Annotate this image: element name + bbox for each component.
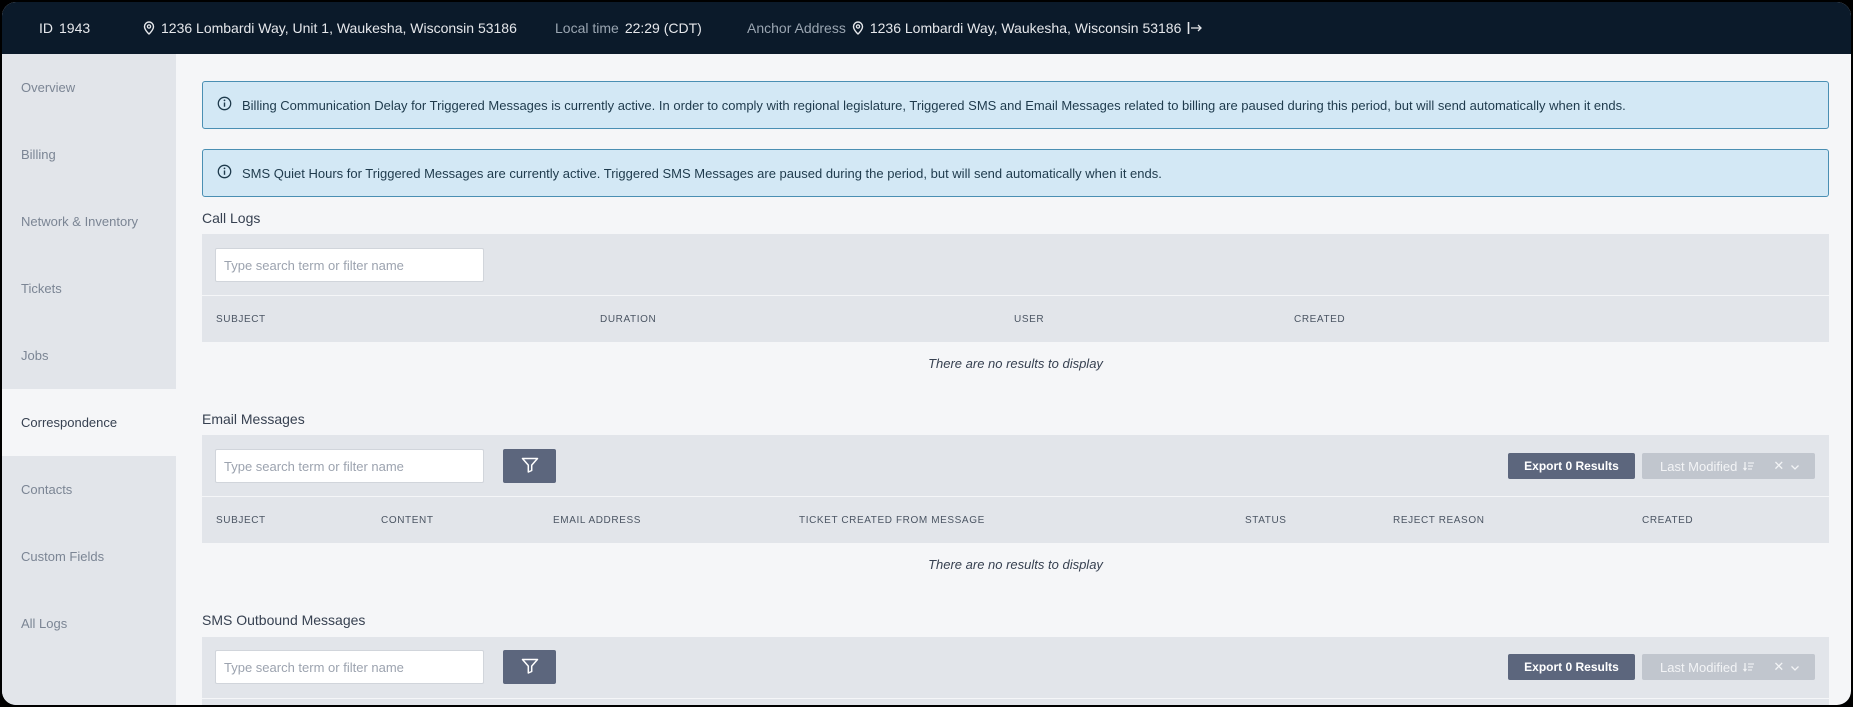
location-pin-icon xyxy=(852,21,864,35)
email-messages-title: Email Messages xyxy=(202,411,305,427)
account-id: ID 1943 xyxy=(39,20,91,36)
sms-filter-button[interactable] xyxy=(503,650,556,684)
chevron-down-icon[interactable] xyxy=(1790,459,1800,474)
funnel-icon xyxy=(521,658,539,677)
location-pin-icon xyxy=(143,21,155,35)
clear-sort-icon[interactable]: ✕ xyxy=(1773,659,1784,675)
sidebar-item-overview[interactable]: Overview xyxy=(2,54,176,121)
go-to-arrow-icon[interactable] xyxy=(1187,21,1203,35)
sms-export-button[interactable]: Export 0 Results xyxy=(1508,654,1635,680)
email-filter-button[interactable] xyxy=(503,449,556,483)
sidebar: Overview Billing Network & Inventory Tic… xyxy=(2,54,176,705)
call-logs-empty-message: There are no results to display xyxy=(928,356,1103,371)
sidebar-item-all-logs[interactable]: All Logs xyxy=(2,590,176,657)
call-logs-title: Call Logs xyxy=(202,210,261,226)
chevron-down-icon[interactable] xyxy=(1790,660,1800,675)
info-icon xyxy=(217,96,232,114)
sms-quiet-hours-alert: SMS Quiet Hours for Triggered Messages a… xyxy=(202,149,1829,197)
app-window: ID 1943 1236 Lombardi Way, Unit 1, Wauke… xyxy=(2,2,1851,705)
call-logs-table-header: SUBJECT DURATION USER CREATED xyxy=(202,295,1829,341)
info-icon xyxy=(217,164,232,182)
column-header-created[interactable]: CREATED xyxy=(1642,497,1693,543)
column-header-email-address[interactable]: EMAIL ADDRESS xyxy=(553,497,641,543)
local-time: Local time 22:29 (CDT) xyxy=(555,20,702,36)
email-sort-select[interactable]: Last Modified ✕ xyxy=(1642,453,1815,479)
column-header-user[interactable]: USER xyxy=(1014,296,1044,342)
sms-outbound-panel: Export 0 Results Last Modified ✕ xyxy=(202,637,1829,705)
column-header-content[interactable]: CONTENT xyxy=(381,497,434,543)
billing-delay-alert: Billing Communication Delay for Triggere… xyxy=(202,81,1829,129)
column-header-ticket-created[interactable]: TICKET CREATED FROM MESSAGE xyxy=(799,497,985,543)
funnel-icon xyxy=(521,457,539,476)
column-header-status[interactable]: STATUS xyxy=(1245,497,1287,543)
sms-sort-select[interactable]: Last Modified ✕ xyxy=(1642,654,1815,680)
sort-descending-icon xyxy=(1743,459,1755,474)
email-export-button[interactable]: Export 0 Results xyxy=(1508,453,1635,479)
main-content: Billing Communication Delay for Triggere… xyxy=(176,54,1851,705)
account-address[interactable]: 1236 Lombardi Way, Unit 1, Waukesha, Wis… xyxy=(143,2,517,54)
column-header-created[interactable]: CREATED xyxy=(1294,296,1345,342)
column-header-duration[interactable]: DURATION xyxy=(600,296,656,342)
sms-outbound-search-input[interactable] xyxy=(215,650,484,684)
sidebar-item-tickets[interactable]: Tickets xyxy=(2,255,176,322)
email-messages-empty-message: There are no results to display xyxy=(928,557,1103,572)
email-messages-search-input[interactable] xyxy=(215,449,484,483)
sidebar-item-custom-fields[interactable]: Custom Fields xyxy=(2,523,176,590)
top-bar: ID 1943 1236 Lombardi Way, Unit 1, Wauke… xyxy=(2,2,1851,54)
call-logs-search-input[interactable] xyxy=(215,248,484,282)
email-messages-table-header: SUBJECT CONTENT EMAIL ADDRESS TICKET CRE… xyxy=(202,496,1829,542)
column-header-subject[interactable]: SUBJECT xyxy=(216,497,266,543)
sort-descending-icon xyxy=(1743,660,1755,675)
sidebar-item-network-inventory[interactable]: Network & Inventory xyxy=(2,188,176,255)
sms-outbound-title: SMS Outbound Messages xyxy=(202,612,366,628)
sidebar-item-jobs[interactable]: Jobs xyxy=(2,322,176,389)
sidebar-item-billing[interactable]: Billing xyxy=(2,121,176,188)
anchor-address[interactable]: Anchor Address 1236 Lombardi Way, Waukes… xyxy=(747,2,1203,54)
email-messages-panel: Export 0 Results Last Modified ✕ SUBJECT… xyxy=(202,435,1829,543)
sidebar-item-contacts[interactable]: Contacts xyxy=(2,456,176,523)
column-header-reject-reason[interactable]: REJECT REASON xyxy=(1393,497,1485,543)
column-header-subject[interactable]: SUBJECT xyxy=(216,296,266,342)
clear-sort-icon[interactable]: ✕ xyxy=(1773,458,1784,474)
sidebar-item-correspondence[interactable]: Correspondence xyxy=(2,389,176,456)
sms-outbound-table-header xyxy=(202,698,1829,705)
call-logs-panel: SUBJECT DURATION USER CREATED xyxy=(202,234,1829,342)
